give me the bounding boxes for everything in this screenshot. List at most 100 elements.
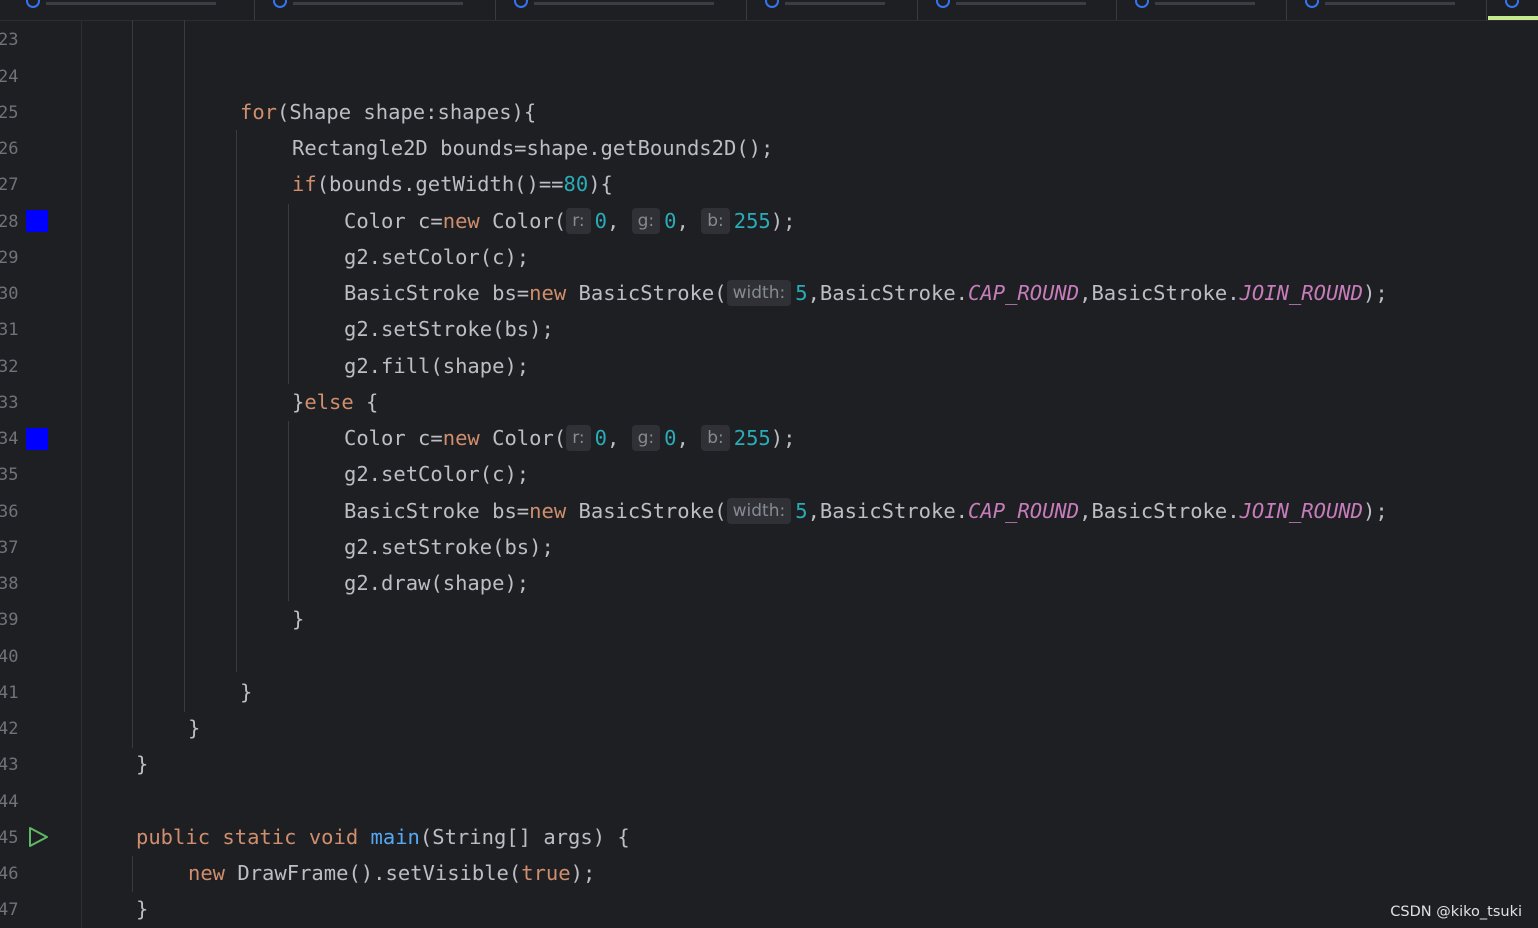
line-number: 26 xyxy=(0,139,19,159)
tab-label xyxy=(785,2,885,5)
tab-label xyxy=(956,2,1086,5)
keyword: for xyxy=(240,100,278,124)
editor-tab[interactable] xyxy=(1287,0,1487,20)
editor-tab[interactable] xyxy=(918,0,1117,20)
java-class-icon xyxy=(514,0,528,8)
keyword: new xyxy=(529,499,567,523)
code-text: ); xyxy=(770,426,796,450)
code-line-35: g2.setColor(c); xyxy=(344,456,529,492)
indent-guide xyxy=(132,20,133,748)
code-line-27: if(bounds.getWidth()==80){ xyxy=(292,166,613,202)
code-text: ,BasicStroke. xyxy=(807,499,969,523)
code-line-36: BasicStroke bs=new BasicStroke(width: 5,B… xyxy=(344,493,1388,529)
code-text: ); xyxy=(770,209,796,233)
line-number: 23 xyxy=(0,30,19,50)
code-line-42: } xyxy=(188,710,200,746)
code-line-32: g2.fill(shape); xyxy=(344,348,529,384)
java-class-icon xyxy=(1505,0,1519,8)
code-text: } xyxy=(292,607,305,631)
color-swatch-icon[interactable] xyxy=(26,210,48,232)
code-text: ,BasicStroke. xyxy=(807,281,969,305)
java-class-icon xyxy=(936,0,950,8)
code-text: } xyxy=(136,752,149,776)
java-class-icon xyxy=(26,0,40,8)
active-tab-indicator xyxy=(1488,16,1538,20)
param-hint: g: xyxy=(631,425,661,451)
java-class-icon xyxy=(273,0,287,8)
java-class-icon xyxy=(765,0,779,8)
line-number: 38 xyxy=(0,574,19,594)
editor-tab[interactable] xyxy=(1117,0,1287,20)
code-line-46: new DrawFrame().setVisible(true); xyxy=(188,855,595,891)
code-text: , xyxy=(606,209,620,233)
line-number: 47 xyxy=(0,900,19,920)
editor-tab[interactable] xyxy=(496,0,747,20)
indent-guide xyxy=(288,421,289,601)
code-text: BasicStroke( xyxy=(566,499,727,523)
editor-tab[interactable] xyxy=(255,0,496,20)
code-text: ); xyxy=(1362,281,1388,305)
code-text: ){ xyxy=(588,172,613,196)
code-text: Color c= xyxy=(344,426,443,450)
method-name: main xyxy=(370,825,420,849)
number-literal: 0 xyxy=(594,209,607,233)
line-number: 29 xyxy=(0,248,19,268)
constant: CAP_ROUND xyxy=(968,499,1080,523)
indent-guide xyxy=(184,20,185,712)
keyword: public xyxy=(136,825,211,849)
number-literal: 80 xyxy=(563,172,589,196)
constant: JOIN_ROUND xyxy=(1239,281,1363,305)
tab-label xyxy=(293,2,463,5)
code-text: g2.setColor(c); xyxy=(344,462,530,486)
code-text: ); xyxy=(570,861,596,885)
editor-tab[interactable] xyxy=(747,0,918,20)
color-swatch-icon[interactable] xyxy=(26,428,48,450)
line-number: 36 xyxy=(0,502,19,522)
java-class-icon xyxy=(1305,0,1319,8)
code-text: DrawFrame().setVisible( xyxy=(225,861,522,885)
run-main-icon[interactable] xyxy=(27,826,49,848)
number-literal: 0 xyxy=(664,209,677,233)
code-line-28: Color c=new Color(r: 0, g: 0, b: 255); xyxy=(344,203,795,239)
keyword: new xyxy=(188,861,226,885)
number-literal: 255 xyxy=(733,209,771,233)
number-literal: 5 xyxy=(795,499,808,523)
param-hint: b: xyxy=(701,208,730,234)
code-line-34: Color c=new Color(r: 0, g: 0, b: 255); xyxy=(344,420,795,456)
gutter-divider xyxy=(81,20,82,928)
line-number: 30 xyxy=(0,284,19,304)
code-text: BasicStroke bs= xyxy=(344,281,530,305)
line-number: 31 xyxy=(0,320,19,340)
code-text: , xyxy=(676,209,689,233)
code-text: g2.draw(shape); xyxy=(344,571,530,595)
param-hint: width: xyxy=(726,280,792,306)
line-number: 41 xyxy=(0,683,19,703)
number-literal: 0 xyxy=(594,426,607,450)
code-text: , xyxy=(676,426,689,450)
code-text: , xyxy=(606,426,620,450)
code-text: BasicStroke bs= xyxy=(344,499,530,523)
code-text: g2.setColor(c); xyxy=(344,245,530,269)
code-line-31: g2.setStroke(bs); xyxy=(344,311,554,347)
code-text: (bounds.getWidth()== xyxy=(316,172,564,196)
line-number: 39 xyxy=(0,610,19,630)
code-text: (String[] args) { xyxy=(419,825,630,849)
code-editor[interactable]: 23 24 25 26 27 28 29 30 31 32 33 34 35 3… xyxy=(0,0,1538,928)
code-text: g2.fill(shape); xyxy=(344,354,530,378)
code-text: } xyxy=(292,390,305,414)
code-line-45: public static void main(String[] args) { xyxy=(136,819,630,855)
number-literal: 0 xyxy=(664,426,677,450)
editor-tab[interactable] xyxy=(0,0,255,20)
code-line-37: g2.setStroke(bs); xyxy=(344,529,554,565)
tab-label xyxy=(1325,2,1455,5)
code-text: Color c= xyxy=(344,209,443,233)
constant: CAP_ROUND xyxy=(968,281,1080,305)
code-text: } xyxy=(240,680,253,704)
code-line-30: BasicStroke bs=new BasicStroke(width: 5,B… xyxy=(344,275,1388,311)
code-line-29: g2.setColor(c); xyxy=(344,239,529,275)
code-text: Rectangle2D bounds=shape.getBounds2D(); xyxy=(292,136,774,160)
line-number: 44 xyxy=(0,792,19,812)
indent-guide xyxy=(236,130,237,672)
keyword: if xyxy=(292,172,317,196)
line-number: 24 xyxy=(0,67,19,87)
